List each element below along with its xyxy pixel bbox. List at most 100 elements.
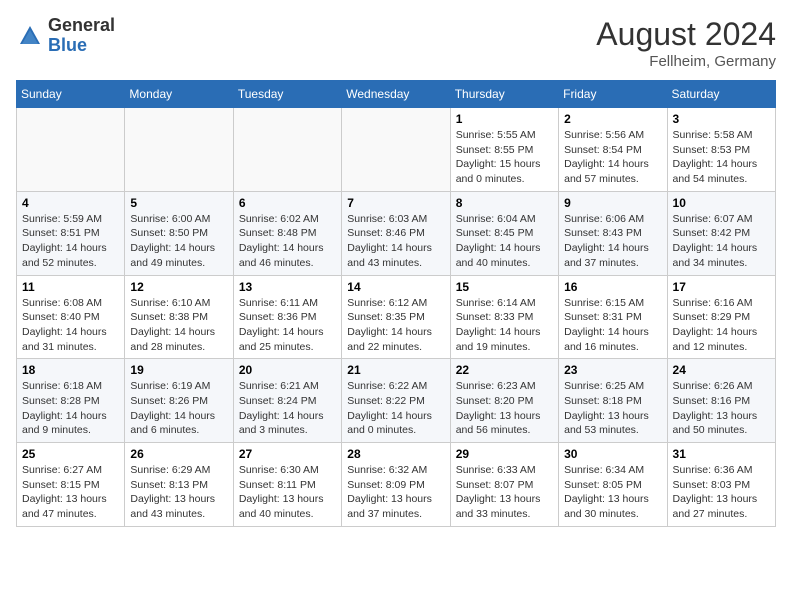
- weekday-header: Saturday: [667, 81, 775, 108]
- day-info: Sunrise: 6:04 AM Sunset: 8:45 PM Dayligh…: [456, 212, 553, 271]
- calendar-cell: [342, 108, 450, 192]
- day-info: Sunrise: 6:29 AM Sunset: 8:13 PM Dayligh…: [130, 463, 227, 522]
- calendar-cell: 23 Sunrise: 6:25 AM Sunset: 8:18 PM Dayli…: [559, 359, 667, 443]
- day-info: Sunrise: 6:16 AM Sunset: 8:29 PM Dayligh…: [673, 296, 770, 355]
- day-number: 28: [347, 447, 444, 461]
- weekday-header: Monday: [125, 81, 233, 108]
- calendar-cell: 17 Sunrise: 6:16 AM Sunset: 8:29 PM Dayli…: [667, 275, 775, 359]
- day-info: Sunrise: 6:08 AM Sunset: 8:40 PM Dayligh…: [22, 296, 119, 355]
- day-info: Sunrise: 6:23 AM Sunset: 8:20 PM Dayligh…: [456, 379, 553, 438]
- day-info: Sunrise: 6:18 AM Sunset: 8:28 PM Dayligh…: [22, 379, 119, 438]
- calendar-cell: [17, 108, 125, 192]
- day-info: Sunrise: 6:07 AM Sunset: 8:42 PM Dayligh…: [673, 212, 770, 271]
- day-number: 29: [456, 447, 553, 461]
- day-info: Sunrise: 6:03 AM Sunset: 8:46 PM Dayligh…: [347, 212, 444, 271]
- day-info: Sunrise: 6:06 AM Sunset: 8:43 PM Dayligh…: [564, 212, 661, 271]
- calendar-cell: 25 Sunrise: 6:27 AM Sunset: 8:15 PM Dayli…: [17, 443, 125, 527]
- day-info: Sunrise: 6:02 AM Sunset: 8:48 PM Dayligh…: [239, 212, 336, 271]
- day-info: Sunrise: 5:58 AM Sunset: 8:53 PM Dayligh…: [673, 128, 770, 187]
- calendar-week-row: 25 Sunrise: 6:27 AM Sunset: 8:15 PM Dayli…: [17, 443, 776, 527]
- calendar-week-row: 4Sunrise: 5:59 AM Sunset: 8:51 PM Daylig…: [17, 191, 776, 275]
- day-number: 18: [22, 363, 119, 377]
- day-info: Sunrise: 5:55 AM Sunset: 8:55 PM Dayligh…: [456, 128, 553, 187]
- day-number: 21: [347, 363, 444, 377]
- logo-icon: [16, 22, 44, 50]
- calendar-cell: 24 Sunrise: 6:26 AM Sunset: 8:16 PM Dayli…: [667, 359, 775, 443]
- day-info: Sunrise: 6:34 AM Sunset: 8:05 PM Dayligh…: [564, 463, 661, 522]
- day-number: 13: [239, 280, 336, 294]
- logo-blue-text: Blue: [48, 36, 115, 56]
- day-number: 22: [456, 363, 553, 377]
- day-info: Sunrise: 6:25 AM Sunset: 8:18 PM Dayligh…: [564, 379, 661, 438]
- day-number: 6: [239, 196, 336, 210]
- day-number: 15: [456, 280, 553, 294]
- calendar-cell: 6 Sunrise: 6:02 AM Sunset: 8:48 PM Daylig…: [233, 191, 341, 275]
- day-number: 3: [673, 112, 770, 126]
- day-number: 24: [673, 363, 770, 377]
- weekday-header: Friday: [559, 81, 667, 108]
- calendar-cell: 31Sunrise: 6:36 AM Sunset: 8:03 PM Dayli…: [667, 443, 775, 527]
- calendar-cell: 3 Sunrise: 5:58 AM Sunset: 8:53 PM Daylig…: [667, 108, 775, 192]
- day-info: Sunrise: 6:36 AM Sunset: 8:03 PM Dayligh…: [673, 463, 770, 522]
- calendar-cell: 12 Sunrise: 6:10 AM Sunset: 8:38 PM Dayli…: [125, 275, 233, 359]
- weekday-header: Wednesday: [342, 81, 450, 108]
- day-number: 23: [564, 363, 661, 377]
- day-number: 10: [673, 196, 770, 210]
- day-info: Sunrise: 6:21 AM Sunset: 8:24 PM Dayligh…: [239, 379, 336, 438]
- day-number: 25: [22, 447, 119, 461]
- day-number: 4: [22, 196, 119, 210]
- calendar-cell: [233, 108, 341, 192]
- day-number: 1: [456, 112, 553, 126]
- day-number: 17: [673, 280, 770, 294]
- month-year-title: August 2024: [596, 16, 776, 53]
- weekday-header: Sunday: [17, 81, 125, 108]
- calendar-cell: 7 Sunrise: 6:03 AM Sunset: 8:46 PM Daylig…: [342, 191, 450, 275]
- page-header: General Blue August 2024 Fellheim, Germa…: [16, 16, 776, 70]
- calendar-cell: 9 Sunrise: 6:06 AM Sunset: 8:43 PM Daylig…: [559, 191, 667, 275]
- calendar-cell: 19 Sunrise: 6:19 AM Sunset: 8:26 PM Dayli…: [125, 359, 233, 443]
- day-info: Sunrise: 6:32 AM Sunset: 8:09 PM Dayligh…: [347, 463, 444, 522]
- day-info: Sunrise: 6:19 AM Sunset: 8:26 PM Dayligh…: [130, 379, 227, 438]
- calendar-cell: 4Sunrise: 5:59 AM Sunset: 8:51 PM Daylig…: [17, 191, 125, 275]
- day-info: Sunrise: 6:15 AM Sunset: 8:31 PM Dayligh…: [564, 296, 661, 355]
- calendar-cell: 28 Sunrise: 6:32 AM Sunset: 8:09 PM Dayli…: [342, 443, 450, 527]
- calendar-cell: 11 Sunrise: 6:08 AM Sunset: 8:40 PM Dayli…: [17, 275, 125, 359]
- weekday-header: Tuesday: [233, 81, 341, 108]
- day-number: 26: [130, 447, 227, 461]
- calendar-cell: 14Sunrise: 6:12 AM Sunset: 8:35 PM Dayli…: [342, 275, 450, 359]
- calendar-cell: 29 Sunrise: 6:33 AM Sunset: 8:07 PM Dayli…: [450, 443, 558, 527]
- day-number: 30: [564, 447, 661, 461]
- day-info: Sunrise: 6:27 AM Sunset: 8:15 PM Dayligh…: [22, 463, 119, 522]
- day-number: 12: [130, 280, 227, 294]
- day-info: Sunrise: 6:33 AM Sunset: 8:07 PM Dayligh…: [456, 463, 553, 522]
- day-number: 9: [564, 196, 661, 210]
- day-number: 11: [22, 280, 119, 294]
- day-number: 27: [239, 447, 336, 461]
- day-info: Sunrise: 5:56 AM Sunset: 8:54 PM Dayligh…: [564, 128, 661, 187]
- calendar-header-row: SundayMondayTuesdayWednesdayThursdayFrid…: [17, 81, 776, 108]
- day-number: 2: [564, 112, 661, 126]
- calendar-cell: 30 Sunrise: 6:34 AM Sunset: 8:05 PM Dayli…: [559, 443, 667, 527]
- calendar-cell: 8 Sunrise: 6:04 AM Sunset: 8:45 PM Daylig…: [450, 191, 558, 275]
- day-info: Sunrise: 6:12 AM Sunset: 8:35 PM Dayligh…: [347, 296, 444, 355]
- calendar-cell: 13Sunrise: 6:11 AM Sunset: 8:36 PM Dayli…: [233, 275, 341, 359]
- calendar-cell: 21 Sunrise: 6:22 AM Sunset: 8:22 PM Dayli…: [342, 359, 450, 443]
- title-block: August 2024 Fellheim, Germany: [596, 16, 776, 70]
- day-info: Sunrise: 6:10 AM Sunset: 8:38 PM Dayligh…: [130, 296, 227, 355]
- calendar-cell: 16Sunrise: 6:15 AM Sunset: 8:31 PM Dayli…: [559, 275, 667, 359]
- day-info: Sunrise: 6:00 AM Sunset: 8:50 PM Dayligh…: [130, 212, 227, 271]
- day-number: 19: [130, 363, 227, 377]
- calendar-cell: 26 Sunrise: 6:29 AM Sunset: 8:13 PM Dayli…: [125, 443, 233, 527]
- location-subtitle: Fellheim, Germany: [596, 53, 776, 70]
- calendar-cell: 5Sunrise: 6:00 AM Sunset: 8:50 PM Daylig…: [125, 191, 233, 275]
- day-number: 20: [239, 363, 336, 377]
- logo: General Blue: [16, 16, 115, 56]
- logo-general-text: General: [48, 16, 115, 36]
- calendar-week-row: 18 Sunrise: 6:18 AM Sunset: 8:28 PM Dayli…: [17, 359, 776, 443]
- day-info: Sunrise: 6:26 AM Sunset: 8:16 PM Dayligh…: [673, 379, 770, 438]
- day-number: 7: [347, 196, 444, 210]
- calendar-table: SundayMondayTuesdayWednesdayThursdayFrid…: [16, 80, 776, 527]
- day-number: 8: [456, 196, 553, 210]
- day-info: Sunrise: 6:22 AM Sunset: 8:22 PM Dayligh…: [347, 379, 444, 438]
- weekday-header: Thursday: [450, 81, 558, 108]
